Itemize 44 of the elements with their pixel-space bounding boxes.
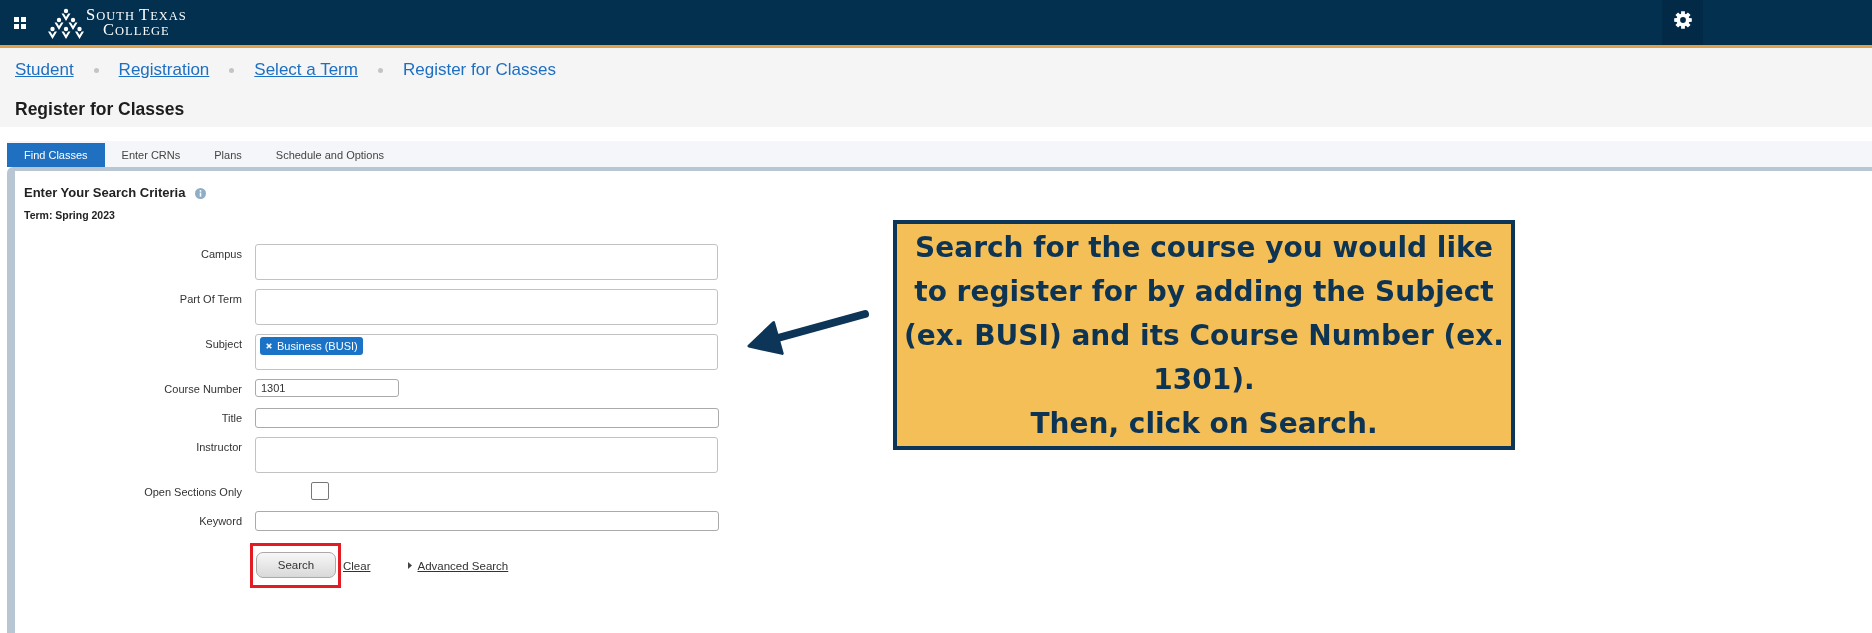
gear-icon bbox=[1673, 11, 1692, 29]
advanced-search-link[interactable]: Advanced Search bbox=[408, 559, 509, 572]
selected-tag[interactable]: Business (BUSI) bbox=[260, 337, 363, 355]
breadcrumb-current: Register for Classes bbox=[402, 59, 556, 81]
grid-menu-icon[interactable] bbox=[14, 16, 26, 29]
separator-dot-icon bbox=[93, 67, 99, 73]
field-label: Subject bbox=[204, 337, 242, 352]
info-icon[interactable] bbox=[195, 187, 207, 199]
search-button[interactable]: Search bbox=[256, 552, 336, 578]
multiselect-field[interactable] bbox=[255, 437, 718, 473]
clear-link[interactable]: Clear bbox=[343, 559, 371, 572]
field-label: Course Number bbox=[163, 382, 242, 397]
caret-icon bbox=[408, 562, 413, 569]
tab[interactable]: Find Classes bbox=[7, 143, 105, 167]
breadcrumb-link[interactable]: Select a Term bbox=[254, 59, 358, 81]
logo-wordmark: SOUTH TEXAS COLLEGE bbox=[86, 7, 187, 38]
breadcrumb-link[interactable]: Student bbox=[15, 59, 74, 81]
breadcrumb-link[interactable]: Registration bbox=[118, 59, 210, 81]
multiselect-field[interactable] bbox=[255, 244, 718, 280]
multiselect-field[interactable] bbox=[255, 289, 718, 325]
tag-label: Business (BUSI) bbox=[277, 339, 358, 354]
separator-dot-icon bbox=[229, 67, 235, 73]
multiselect-field[interactable]: Business (BUSI) bbox=[255, 334, 718, 370]
people-logo-icon bbox=[48, 6, 84, 39]
field-label: Title bbox=[220, 411, 242, 426]
input-field[interactable] bbox=[255, 408, 719, 428]
field-label: Campus bbox=[200, 247, 242, 262]
field-label: Open Sections Only bbox=[143, 485, 242, 500]
panel-heading: Enter Your Search Criteria bbox=[24, 185, 186, 201]
checkbox[interactable] bbox=[311, 482, 329, 500]
tab[interactable]: Schedule and Options bbox=[258, 143, 402, 167]
page-title: Register for Classes bbox=[15, 98, 186, 121]
input-field[interactable] bbox=[255, 511, 719, 531]
field-label: Keyword bbox=[198, 514, 242, 529]
input-field[interactable]: 1301 bbox=[255, 379, 399, 397]
remove-icon[interactable] bbox=[266, 343, 272, 349]
field-label: Instructor bbox=[195, 440, 242, 455]
term-label: Term: Spring 2023 bbox=[24, 208, 116, 222]
callout-note: Search for the course you would like to register for by adding the Subject (ex. BUSI) and its Course Number (ex. 1301). Then, click on Search. bbox=[893, 220, 1515, 450]
settings-button[interactable] bbox=[1662, 0, 1703, 45]
field-label: Part Of Term bbox=[178, 292, 242, 307]
tab[interactable]: Plans bbox=[197, 143, 259, 167]
tab[interactable]: Enter CRNs bbox=[104, 143, 198, 167]
separator-dot-icon bbox=[377, 67, 383, 73]
